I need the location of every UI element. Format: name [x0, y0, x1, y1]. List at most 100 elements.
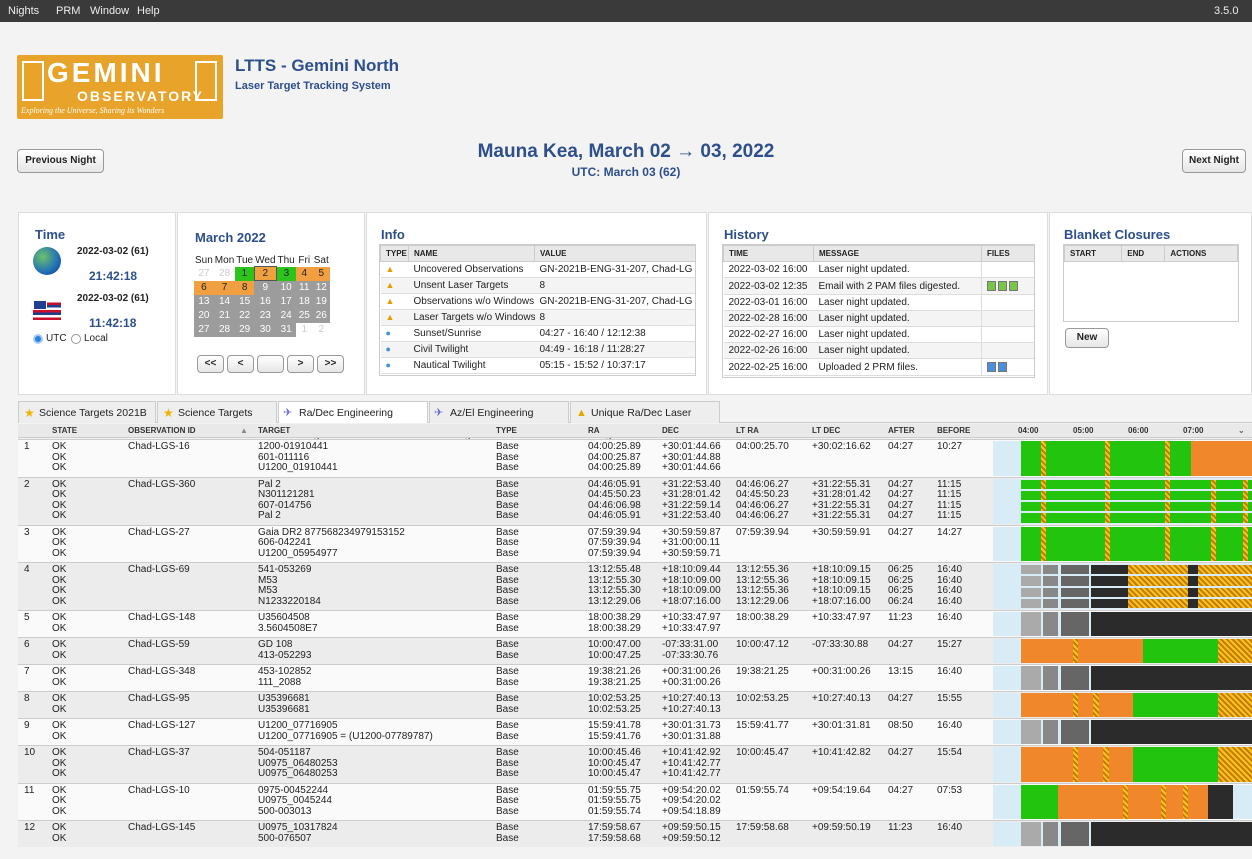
col-dec[interactable]: DEC: [662, 424, 679, 438]
calendar-day[interactable]: 27: [194, 322, 214, 337]
col-before[interactable]: BEFORE: [937, 424, 970, 438]
info-row[interactable]: ▲ Unsent Laser Targets 8: [380, 277, 695, 294]
utc-radio[interactable]: [33, 334, 43, 344]
info-row[interactable]: ● Civil Twilight 04:49 - 16:18 / 11:28:27: [380, 341, 695, 358]
calendar-day[interactable]: 16: [254, 294, 277, 309]
file-icon[interactable]: [1009, 281, 1018, 291]
info-row[interactable]: ▲ Uncovered Observations GN-2021B-ENG-31-2…: [380, 261, 695, 278]
table-row[interactable]: 5 OK OK Chad-LGS-148 U35604508 3.5604508E7 B…: [18, 610, 1252, 637]
calendar-day[interactable]: 10: [276, 280, 296, 295]
tab-unique-laser-targets[interactable]: ▲Unique Ra/Dec Laser Targets: [570, 401, 720, 441]
file-icon[interactable]: [987, 362, 996, 372]
calendar-day[interactable]: 2: [253, 266, 278, 281]
tab-radec-engineering[interactable]: ✈Ra/Dec Engineering Targets: [278, 401, 428, 441]
calendar-nav-button[interactable]: >>: [317, 355, 344, 373]
col-lt-ra[interactable]: LT RA: [736, 424, 759, 438]
local-radio[interactable]: [71, 334, 81, 344]
info-row[interactable]: ● Nautical Twilight 05:15 - 15:52 / 10:37:…: [380, 357, 695, 374]
file-icon[interactable]: [998, 281, 1007, 291]
calendar-day[interactable]: 28: [213, 322, 236, 337]
calendar-day[interactable]: 9: [254, 280, 277, 295]
local-date: 2022-03-02 (61): [77, 293, 149, 304]
col-ra[interactable]: RA: [588, 424, 600, 438]
info-row[interactable]: ▲ Laser Targets w/o Windows 8: [380, 309, 695, 326]
calendar-day[interactable]: 29: [235, 322, 255, 337]
calendar-nav-button[interactable]: <: [227, 355, 254, 373]
calendar-day[interactable]: 20: [194, 308, 214, 323]
calendar-nav-button[interactable]: >: [287, 355, 314, 373]
table-row[interactable]: 7 OK OK Chad-LGS-348 453-102852 111_2088 Bas…: [18, 664, 1252, 691]
calendar-day[interactable]: 21: [213, 308, 236, 323]
file-icon[interactable]: [987, 281, 996, 291]
col-target[interactable]: TARGET: [258, 424, 290, 438]
calendar-day[interactable]: 2: [312, 322, 330, 337]
calendar-day[interactable]: 11: [295, 280, 313, 295]
col-type[interactable]: TYPE: [496, 424, 517, 438]
history-row[interactable]: 2022-02-27 16:00 Laser night updated.: [723, 326, 1034, 343]
cell-n: 1: [24, 441, 30, 452]
menu-prm[interactable]: PRM: [56, 5, 80, 17]
calendar-day[interactable]: 24: [276, 308, 296, 323]
tab-science-2022a[interactable]: ★Science Targets 2022A: [157, 401, 277, 441]
calendar-day[interactable]: 15: [235, 294, 255, 309]
menu-nights[interactable]: Nights: [8, 5, 39, 17]
table-row[interactable]: 1 OK OK OK Chad-LGS-16 1200-01910441 601-01…: [18, 439, 1252, 477]
calendar-day[interactable]: 1: [295, 322, 313, 337]
calendar-day[interactable]: 3: [276, 266, 296, 281]
table-row[interactable]: 2 OK OK OK OK Chad-LGS-360 Pal 2 N301121281…: [18, 476, 1252, 525]
history-row[interactable]: 2022-03-02 16:00 Laser night updated.: [723, 261, 1034, 278]
calendar-day[interactable]: 13: [194, 294, 214, 309]
col-after[interactable]: AFTER: [888, 424, 915, 438]
timeline-bar: [993, 612, 1252, 636]
calendar-day[interactable]: 18: [295, 294, 313, 309]
history-row[interactable]: 2022-02-28 16:00 Laser night updated.: [723, 310, 1034, 327]
table-row[interactable]: 10 OK OK OK Chad-LGS-37 504-051187 U0975_06…: [18, 745, 1252, 783]
col-lt-dec[interactable]: LT DEC: [812, 424, 840, 438]
calendar-day[interactable]: 12: [312, 280, 330, 295]
calendar-day[interactable]: 31: [276, 322, 296, 337]
history-row[interactable]: 2022-02-25 16:00 Uploaded 2 PRM files.: [723, 358, 1034, 376]
calendar-day[interactable]: 5: [312, 266, 330, 281]
file-icon[interactable]: [998, 362, 1007, 372]
menu-help[interactable]: Help: [137, 5, 160, 17]
info-row[interactable]: ● Sunset/Sunrise 04:27 - 16:40 / 12:12:38: [380, 325, 695, 342]
table-row[interactable]: 6 OK OK Chad-LGS-59 GD 108 413-052293 Base B…: [18, 637, 1252, 664]
table-row[interactable]: 9 OK OK Chad-LGS-127 U1200_07716905 U1200_0…: [18, 718, 1252, 745]
calendar-day[interactable]: 6: [194, 280, 214, 295]
table-row[interactable]: 3 OK OK OK Chad-LGS-27 Gaia DR2 87756823497…: [18, 524, 1252, 562]
history-row[interactable]: 2022-03-01 16:00 Laser night updated.: [723, 294, 1034, 311]
calendar-day[interactable]: 19: [312, 294, 330, 309]
calendar-day[interactable]: 8: [235, 280, 255, 295]
calendar-day[interactable]: 17: [276, 294, 296, 309]
cell-target: Pal 2 N301121281 607-014756 Pal 2: [258, 478, 315, 521]
timeline-hatch: [1243, 513, 1248, 523]
table-row[interactable]: 4 OK OK OK OK Chad-LGS-69 541-053269 M53 M5…: [18, 562, 1252, 610]
calendar-day[interactable]: 22: [235, 308, 255, 323]
column-menu-icon[interactable]: ⌄: [1238, 424, 1245, 438]
calendar-nav-button[interactable]: [257, 355, 284, 373]
calendar-day[interactable]: 1: [235, 266, 255, 281]
table-row[interactable]: 8 OK OK Chad-LGS-95 U35396681 U35396681 Base…: [18, 691, 1252, 718]
cell-before: 16:40: [937, 612, 963, 623]
tab-azel-engineering[interactable]: ✈Az/El Engineering Targets: [429, 401, 569, 441]
calendar-day[interactable]: 27: [194, 266, 214, 281]
calendar-day[interactable]: 30: [254, 322, 277, 337]
table-row[interactable]: 11 OK OK OK Chad-LGS-10 0975-00452244 U0975…: [18, 782, 1252, 820]
info-row[interactable]: ▲ Observations w/o Windows GN-2021B-ENG-31…: [380, 293, 695, 310]
menu-window[interactable]: Window: [90, 5, 129, 17]
calendar-day[interactable]: 4: [295, 266, 313, 281]
calendar-day[interactable]: 7: [213, 280, 236, 295]
table-row[interactable]: 12 OK OK Chad-LGS-145 U0975_10317824 500-07…: [18, 820, 1252, 847]
calendar-day[interactable]: 25: [295, 308, 313, 323]
calendar-day[interactable]: 23: [254, 308, 277, 323]
history-row[interactable]: 2022-03-02 12:35 Email with 2 PAM files d…: [723, 277, 1034, 295]
col-state[interactable]: STATE: [52, 424, 77, 438]
calendar-day[interactable]: 28: [213, 266, 236, 281]
calendar-nav-button[interactable]: <<: [197, 355, 224, 373]
history-row[interactable]: 2022-02-26 16:00 Laser night updated.: [723, 342, 1034, 359]
col-observation-id[interactable]: OBSERVATION ID: [128, 424, 196, 438]
calendar-day[interactable]: 14: [213, 294, 236, 309]
calendar-day[interactable]: 26: [312, 308, 330, 323]
tab-science-2021b[interactable]: ★ Science Targets 2021B: [18, 401, 156, 423]
new-blanket-button[interactable]: New: [1065, 328, 1109, 348]
